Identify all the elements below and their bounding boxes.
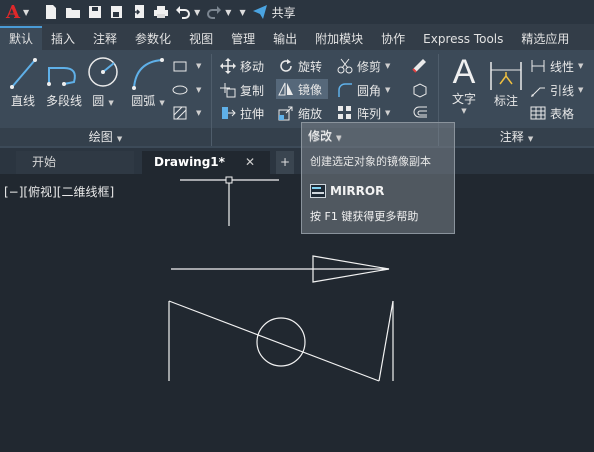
mirror-icon [278, 81, 294, 97]
tab-collaborate[interactable]: 协作 [372, 28, 414, 50]
arc-button[interactable]: 圆弧 ▼ [128, 54, 168, 109]
ribbon-tab-bar: 默认 插入 注释 参数化 视图 管理 输出 附加模块 协作 Express To… [0, 24, 594, 50]
stretch-button[interactable]: 拉伸 [220, 103, 264, 123]
rotate-icon [278, 58, 294, 74]
line-button[interactable]: 直线 [6, 54, 40, 109]
array-button[interactable]: 阵列 ▼ [337, 103, 390, 123]
trim-icon [337, 58, 353, 74]
linear-dimension-icon [530, 58, 546, 74]
draw-panel-footer[interactable]: 绘图 ▼ [0, 128, 211, 146]
explode-button[interactable] [412, 80, 432, 100]
redo-dropdown-icon[interactable]: ▼ [225, 8, 231, 17]
copy-icon [220, 82, 236, 98]
rotate-button[interactable]: 旋转 [278, 56, 322, 76]
publish-icon[interactable] [131, 4, 147, 20]
linear-dimension-button[interactable]: 线性 ▼ [530, 56, 583, 76]
save-as-icon[interactable] [109, 4, 125, 20]
polyline-label: 多段线 [45, 94, 82, 108]
tab-express-tools[interactable]: Express Tools [414, 28, 512, 50]
share-button[interactable]: 共享 [272, 4, 296, 21]
tab-parametric[interactable]: 参数化 [126, 28, 180, 50]
command-icon [310, 184, 326, 198]
tooltip-command: MIRROR [330, 184, 385, 198]
share-icon[interactable] [252, 4, 268, 20]
text-dropdown-icon[interactable]: ▼ [447, 107, 481, 115]
customize-qat-icon[interactable]: ▼ [239, 8, 245, 17]
arc-icon [132, 58, 164, 90]
tab-default[interactable]: 默认 [0, 26, 43, 50]
erase-button[interactable] [412, 56, 432, 76]
move-icon [220, 58, 236, 74]
move-button[interactable]: 移动 [220, 56, 264, 76]
tab-manage[interactable]: 管理 [222, 28, 264, 50]
dimension-button[interactable]: 标注 [487, 54, 525, 109]
close-tab-icon[interactable]: ✕ [245, 151, 255, 174]
circle-label: 圆 ▼ [92, 94, 114, 108]
rectangle-icon [172, 58, 188, 74]
offset-icon [412, 105, 428, 121]
document-tab-bar: 开始 Drawing1* ✕ + [0, 148, 594, 174]
fillet-button[interactable]: 圆角 ▼ [337, 80, 390, 100]
quick-access-toolbar: A ▼ ▼ ▼ ▼ 共享 [0, 0, 594, 24]
scale-button[interactable]: 缩放 [278, 103, 322, 123]
circle-icon [88, 57, 118, 87]
undo-dropdown-icon[interactable]: ▼ [194, 8, 200, 17]
tab-view[interactable]: 视图 [180, 28, 222, 50]
app-logo[interactable]: A [6, 2, 20, 23]
tooltip-title: 修改 ▼ [308, 129, 342, 143]
drawing-canvas[interactable] [0, 174, 594, 452]
arc-label: 圆弧 ▼ [131, 94, 165, 108]
copy-button[interactable]: 复制 [220, 80, 264, 100]
dimension-label: 标注 [493, 94, 518, 108]
offset-button[interactable] [412, 103, 432, 123]
scale-icon [278, 105, 294, 121]
table-button[interactable]: 表格 [530, 103, 574, 123]
tooltip-help: 按 F1 键获得更多帮助 [310, 210, 419, 223]
array-icon [337, 105, 353, 121]
line-label: 直线 [10, 94, 35, 108]
annotation-panel-footer[interactable]: 注释 ▼ [439, 128, 594, 146]
mirror-tooltip: 修改 ▼ 创建选定对象的镜像副本 MIRROR 按 F1 键获得更多帮助 [301, 122, 455, 234]
circle-button[interactable]: 圆 ▼ [86, 54, 120, 109]
leader-button[interactable]: 引线 ▼ [530, 80, 583, 100]
open-folder-icon[interactable] [65, 4, 81, 20]
app-menu-caret-icon[interactable]: ▼ [23, 8, 29, 17]
hatch-icon [172, 105, 188, 121]
eraser-icon [412, 58, 428, 74]
polyline-icon [47, 67, 76, 86]
rectangle-button[interactable]: ▼ [172, 56, 201, 76]
mirror-button[interactable]: 镜像 [276, 79, 329, 99]
line-icon [10, 58, 37, 89]
tab-annotate[interactable]: 注释 [84, 28, 126, 50]
undo-icon[interactable] [175, 4, 191, 20]
tab-addins[interactable]: 附加模块 [306, 28, 372, 50]
drawing-geometry [168, 176, 394, 382]
save-icon[interactable] [87, 4, 103, 20]
tab-insert[interactable]: 插入 [42, 28, 84, 50]
tab-drawing1[interactable]: Drawing1* ✕ [142, 151, 270, 174]
tab-featured-apps[interactable]: 精选应用 [512, 28, 578, 50]
polyline-button[interactable]: 多段线 [44, 54, 84, 109]
ellipse-button[interactable]: ▼ [172, 80, 201, 100]
tooltip-description: 创建选定对象的镜像副本 [310, 155, 431, 168]
tab-start[interactable]: 开始 [16, 151, 134, 174]
new-tab-button[interactable]: + [276, 151, 294, 174]
text-label: 文字 [451, 92, 476, 106]
fillet-icon [337, 82, 353, 98]
redo-icon[interactable] [206, 4, 222, 20]
print-icon[interactable] [153, 4, 169, 20]
ellipse-icon [172, 82, 188, 98]
trim-button[interactable]: 修剪 ▼ [337, 56, 390, 76]
explode-icon [412, 82, 428, 98]
new-file-icon[interactable] [43, 4, 59, 20]
text-icon: A [452, 53, 476, 91]
dimension-icon [490, 62, 522, 90]
leader-icon [530, 82, 546, 98]
table-icon [530, 105, 546, 121]
viewport-controls[interactable]: [−][俯视][二维线框] [4, 183, 114, 200]
stretch-icon [220, 105, 236, 121]
tab-output[interactable]: 输出 [264, 28, 306, 50]
text-button[interactable]: A 文字 ▼ [447, 54, 481, 115]
hatch-button[interactable]: ▼ [172, 103, 201, 123]
